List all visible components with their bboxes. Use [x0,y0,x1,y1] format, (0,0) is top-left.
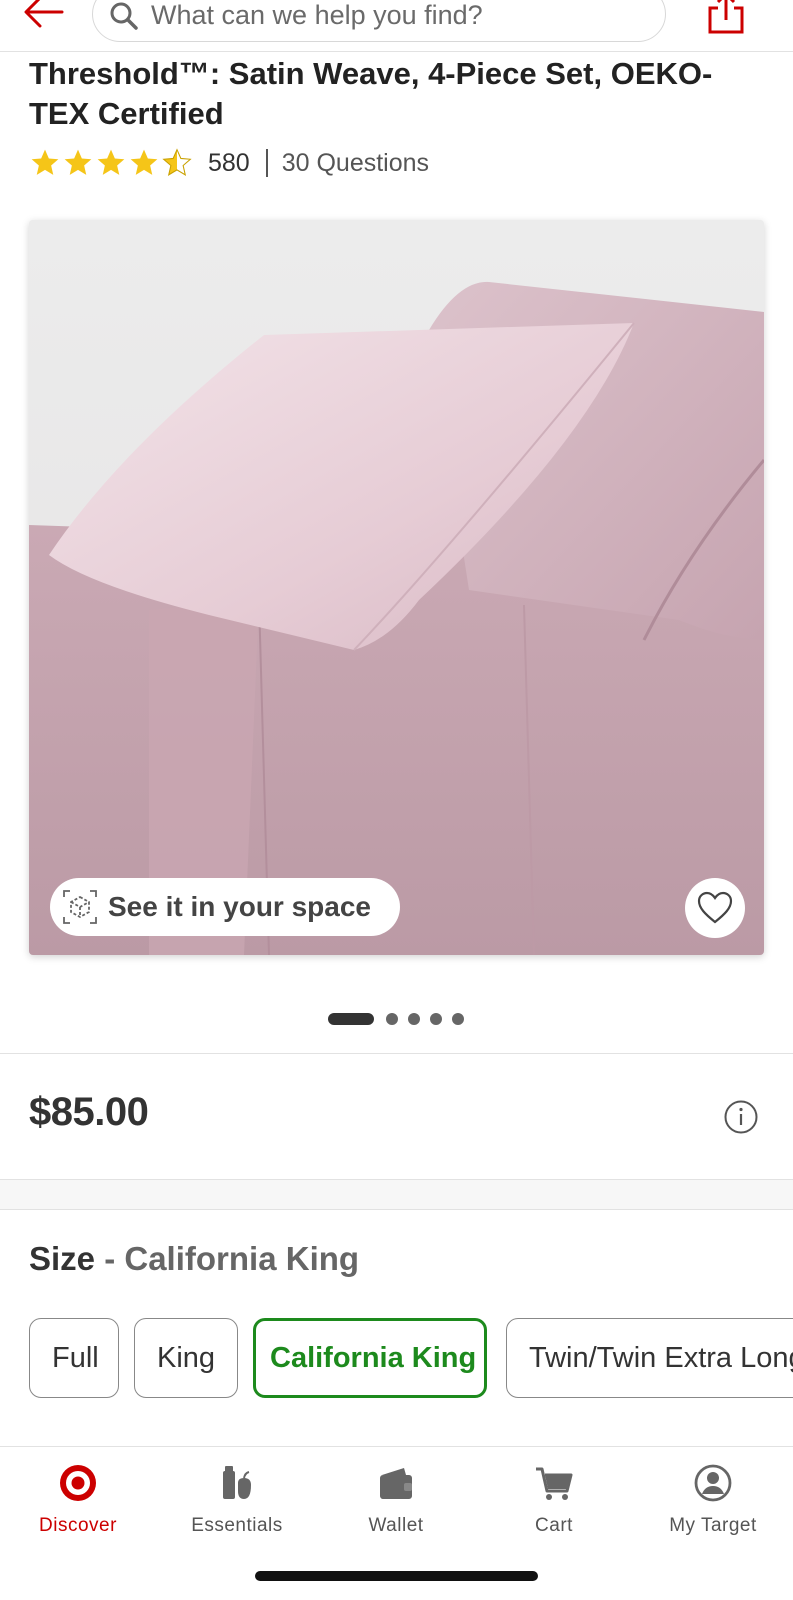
star-full-icon [64,149,92,175]
product-detail-page: Threshold™: Satin Weave, 4-Piece Set, OE… [0,0,793,1600]
size-option-twin-extra-long[interactable]: Twin/Twin Extra Long [506,1318,793,1398]
share-icon[interactable] [706,0,746,36]
size-option-king[interactable]: King [134,1318,238,1398]
size-option-full[interactable]: Full [29,1318,119,1398]
questions-link[interactable]: 30 Questions [282,149,429,178]
wallet-icon [380,1468,412,1499]
cart-icon [536,1467,573,1500]
favorite-button[interactable] [685,878,745,938]
selected-size: California King [124,1240,360,1277]
nav-label: My Target [669,1515,757,1536]
nav-cart[interactable]: Cart [479,1447,629,1557]
nav-discover[interactable]: Discover [3,1447,153,1557]
search-input[interactable] [151,0,651,35]
star-full-icon [31,149,59,175]
carousel-dot[interactable] [452,1013,464,1025]
star-rating [29,147,194,179]
price: $85.00 [29,1090,149,1134]
star-full-icon [130,149,158,175]
size-label: Size [29,1240,96,1277]
nav-wallet[interactable]: Wallet [321,1447,471,1557]
divider [0,1053,793,1054]
target-bullseye-icon [60,1465,96,1501]
section-spacer [0,1179,793,1210]
top-bar [0,0,793,52]
carousel-dot[interactable] [408,1013,420,1025]
carousel-dot-active[interactable] [328,1013,374,1025]
star-full-icon [97,149,125,175]
rating-row[interactable]: 580 30 Questions [29,145,429,181]
nav-label: Discover [39,1515,117,1536]
search-bar[interactable] [92,0,666,42]
ar-cube-icon [63,890,97,924]
size-heading: Size - California King [29,1240,359,1278]
nav-label: Cart [535,1515,573,1536]
nav-label: Wallet [368,1515,424,1536]
see-in-your-space-button[interactable]: See it in your space [50,878,400,936]
star-half-icon [162,148,192,176]
essentials-icon [223,1466,251,1499]
nav-my-target[interactable]: My Target [638,1447,788,1557]
rating-divider [265,149,268,177]
search-icon [110,2,138,30]
back-arrow-icon[interactable] [22,0,66,32]
heart-icon [697,891,733,924]
carousel-dot[interactable] [386,1013,398,1025]
size-option-california-king[interactable]: California King [253,1318,487,1398]
product-image[interactable]: See it in your space [29,220,764,955]
carousel-indicator [328,1013,474,1025]
info-icon[interactable] [724,1100,758,1134]
product-title: Threshold™: Satin Weave, 4-Piece Set, OE… [29,56,713,131]
home-indicator [255,1571,538,1581]
rating-count[interactable]: 580 [208,149,250,178]
nav-label: Essentials [191,1515,283,1536]
size-options: Full King California King Twin/Twin Extr… [29,1318,793,1398]
size-separator: - [95,1240,125,1277]
see-in-your-space-label: See it in your space [108,891,371,922]
carousel-dot[interactable] [430,1013,442,1025]
satin-sheet-set-photo [29,220,764,955]
account-icon [694,1464,732,1502]
nav-essentials[interactable]: Essentials [162,1447,312,1557]
